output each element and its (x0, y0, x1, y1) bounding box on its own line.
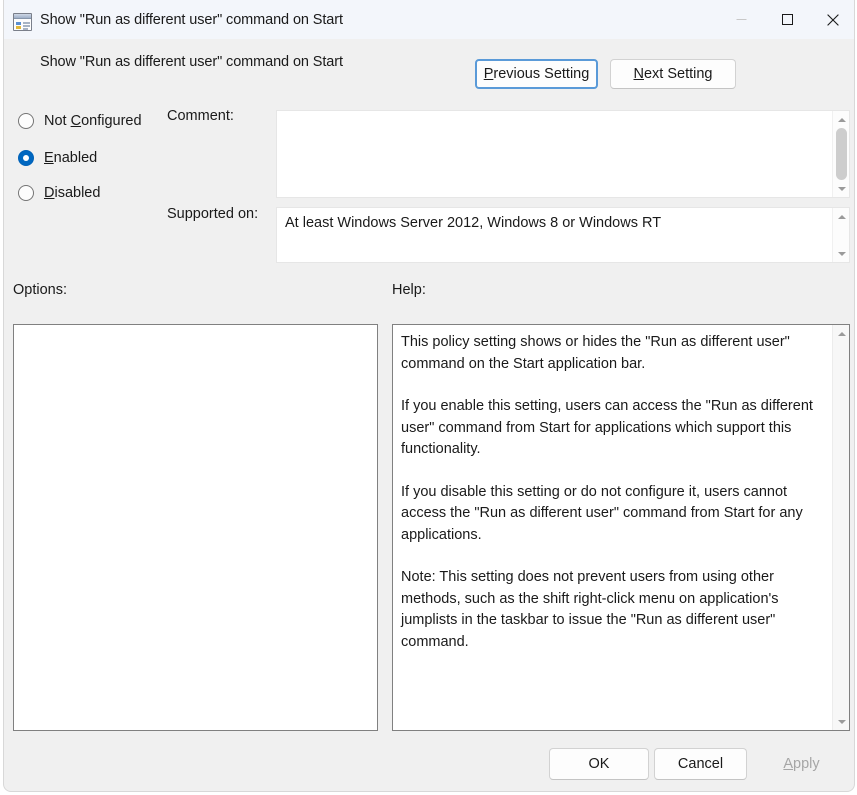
di-accel: D (44, 185, 54, 201)
next-rest: ext Setting (644, 66, 713, 82)
apply-rest: pply (793, 756, 820, 772)
maximize-icon[interactable] (764, 0, 810, 39)
apply-accel: A (783, 756, 793, 772)
window-title: Show "Run as different user" command on … (40, 12, 343, 28)
nc-rest: onfigured (81, 113, 141, 129)
previous-setting-button[interactable]: Previous Setting (475, 59, 598, 89)
policy-setting-icon (13, 13, 32, 31)
scroll-down-icon[interactable] (833, 180, 850, 197)
help-text: This policy setting shows or hides the "… (401, 332, 819, 653)
en-rest: nabled (54, 150, 98, 166)
nc-pre: Not (44, 113, 71, 129)
prev-accel: P (484, 66, 494, 82)
comment-label: Comment: (167, 108, 234, 124)
radio-label-disabled: Disabled (44, 185, 100, 201)
radio-not-configured[interactable]: Not Configured (18, 113, 142, 129)
comment-scrollbar[interactable] (832, 111, 849, 197)
radio-label-not-configured: Not Configured (44, 113, 142, 129)
options-label: Options: (13, 282, 67, 298)
cancel-button[interactable]: Cancel (654, 748, 747, 780)
supported-on-value: At least Windows Server 2012, Windows 8 … (285, 214, 827, 233)
comment-textbox[interactable] (276, 110, 850, 198)
nc-accel: C (71, 113, 81, 129)
help-paragraph: This policy setting shows or hides the "… (401, 332, 819, 375)
di-rest: isabled (54, 185, 100, 201)
help-panel: This policy setting shows or hides the "… (392, 324, 850, 731)
scroll-down-icon[interactable] (833, 713, 850, 730)
scroll-down-icon[interactable] (833, 245, 850, 262)
page-title: Show "Run as different user" command on … (40, 54, 343, 70)
next-accel: N (634, 66, 644, 82)
apply-button[interactable]: Apply (752, 748, 851, 780)
comment-scroll-thumb[interactable] (836, 128, 847, 180)
radio-mark-not-configured (18, 113, 34, 129)
help-paragraph: If you disable this setting or do not co… (401, 482, 819, 547)
scroll-up-icon[interactable] (833, 111, 850, 128)
help-paragraph: Note: This setting does not prevent user… (401, 567, 819, 653)
policy-setting-dialog: Show "Run as different user" command on … (3, 0, 855, 792)
scroll-up-icon[interactable] (833, 208, 850, 225)
help-label: Help: (392, 282, 426, 298)
options-panel[interactable] (13, 324, 378, 731)
scroll-up-icon[interactable] (833, 325, 850, 342)
close-icon[interactable] (810, 0, 855, 39)
window-controls (718, 0, 855, 39)
help-scrollbar[interactable] (832, 325, 849, 730)
titlebar[interactable]: Show "Run as different user" command on … (4, 0, 855, 39)
ok-button[interactable]: OK (549, 748, 649, 780)
minimize-icon[interactable] (718, 0, 764, 39)
help-paragraph: If you enable this setting, users can ac… (401, 396, 819, 461)
supported-on-label: Supported on: (167, 206, 258, 222)
radio-mark-disabled (18, 185, 34, 201)
supported-on-textbox: At least Windows Server 2012, Windows 8 … (276, 207, 850, 263)
radio-label-enabled: Enabled (44, 150, 97, 166)
next-setting-button[interactable]: Next Setting (610, 59, 736, 89)
radio-enabled[interactable]: Enabled (18, 150, 97, 166)
supported-scrollbar[interactable] (832, 208, 849, 262)
radio-mark-enabled (18, 150, 34, 166)
en-accel: E (44, 150, 54, 166)
prev-rest: revious Setting (493, 66, 589, 82)
radio-disabled[interactable]: Disabled (18, 185, 100, 201)
